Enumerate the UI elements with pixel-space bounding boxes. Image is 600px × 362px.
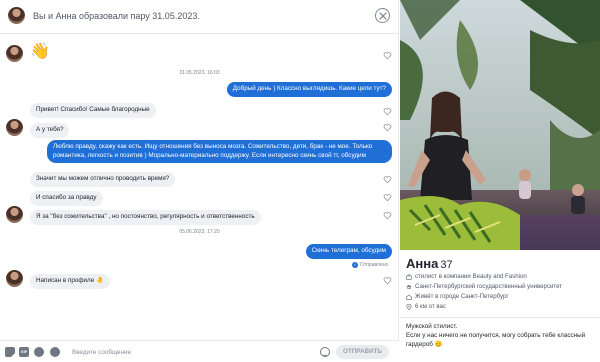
like-heart-icon[interactable] xyxy=(383,51,392,60)
incoming-message: Написан в профиле 🤚 xyxy=(30,274,110,289)
sent-status-label: Отправлено xyxy=(360,262,389,268)
home-icon xyxy=(406,293,412,300)
music-icon[interactable] xyxy=(50,347,60,357)
distance-row: 6 км от вас xyxy=(406,303,446,310)
bio-line: Мужской стилист. xyxy=(406,323,458,330)
like-heart-icon[interactable] xyxy=(383,211,392,220)
emoji-icon[interactable] xyxy=(320,347,330,357)
city-row: Живёт в городе Санкт-Петербург xyxy=(406,293,509,300)
message-input[interactable] xyxy=(72,346,312,358)
avatar[interactable] xyxy=(8,7,25,24)
close-icon xyxy=(378,11,387,20)
city-text: Живёт в городе Санкт-Петербург xyxy=(415,293,509,300)
close-button[interactable] xyxy=(375,8,390,23)
outgoing-message: Люблю правду, скажу как есть. Ищу отноше… xyxy=(47,140,392,164)
avatar[interactable] xyxy=(6,206,23,223)
profile-name: Анна 37 xyxy=(406,256,453,271)
outgoing-message: Добрый день ) Классно выглядишь. Какие ц… xyxy=(226,82,392,97)
message-composer: GIF ОТПРАВИТЬ xyxy=(0,340,399,362)
like-heart-icon[interactable] xyxy=(383,123,392,132)
sent-status: ✓ Отправлено xyxy=(352,262,388,268)
profile-age: 37 xyxy=(440,259,453,271)
message-list: 👋 31.05.2023, 16:03 Добрый день ) Классн… xyxy=(0,35,399,335)
incoming-message: Привет! Спасибо! Самые благородные xyxy=(30,103,156,118)
divider xyxy=(400,317,600,318)
match-title: Вы и Анна образовали пару 31.05.2023. xyxy=(33,11,200,21)
profile-bio: Мужской стилист. Если у нас ничего не по… xyxy=(406,322,596,349)
outgoing-message: Скинь телеграм, обсудим xyxy=(305,244,392,259)
distance-text: 6 км от вас xyxy=(415,303,446,310)
wave-emoji-message: 👋 xyxy=(30,43,50,60)
like-heart-icon[interactable] xyxy=(383,193,392,202)
bio-line: Если у нас ничего не получится, могу соб… xyxy=(406,332,586,348)
profile-photo-image xyxy=(400,0,600,250)
incoming-message: Значит мы можем отлично проводить время? xyxy=(30,172,176,187)
timestamp: 31.05.2023, 16:03 xyxy=(179,70,220,76)
incoming-message: А у тебя? xyxy=(30,123,70,138)
incoming-message: И спасибо за правду xyxy=(30,191,103,206)
like-heart-icon[interactable] xyxy=(383,107,392,116)
incoming-message: Я за "без сожительства" , но постоянство… xyxy=(30,210,261,225)
avatar[interactable] xyxy=(6,270,23,287)
emoji-sticker-icon[interactable] xyxy=(34,347,44,357)
location-pin-icon xyxy=(406,303,412,310)
sticker-icon[interactable] xyxy=(5,347,15,357)
like-heart-icon[interactable] xyxy=(383,175,392,184)
avatar[interactable] xyxy=(6,45,23,62)
profile-panel: Анна 37 стилист в компании Beauty and Fas… xyxy=(400,0,600,362)
gif-button[interactable]: GIF xyxy=(19,347,29,357)
send-button[interactable]: ОТПРАВИТЬ xyxy=(336,345,389,359)
profile-name-text: Анна xyxy=(406,256,439,271)
job-row: стилист в компании Beauty and Fashion xyxy=(406,273,527,280)
job-text: стилист в компании Beauty and Fashion xyxy=(415,273,527,280)
chat-header: Вы и Анна образовали пару 31.05.2023. xyxy=(0,0,399,34)
graduation-cap-icon xyxy=(406,284,412,289)
education-row: Санкт-Петербургский государственный унив… xyxy=(406,283,562,290)
briefcase-icon xyxy=(406,274,412,280)
education-text: Санкт-Петербургский государственный унив… xyxy=(415,283,563,290)
timestamp: 05.06.2023, 17:20 xyxy=(179,229,220,235)
avatar[interactable] xyxy=(6,119,23,136)
like-heart-icon[interactable] xyxy=(383,276,392,285)
check-icon: ✓ xyxy=(352,262,358,268)
chat-panel: Вы и Анна образовали пару 31.05.2023. 👋 … xyxy=(0,0,399,362)
profile-photo[interactable] xyxy=(400,0,600,250)
